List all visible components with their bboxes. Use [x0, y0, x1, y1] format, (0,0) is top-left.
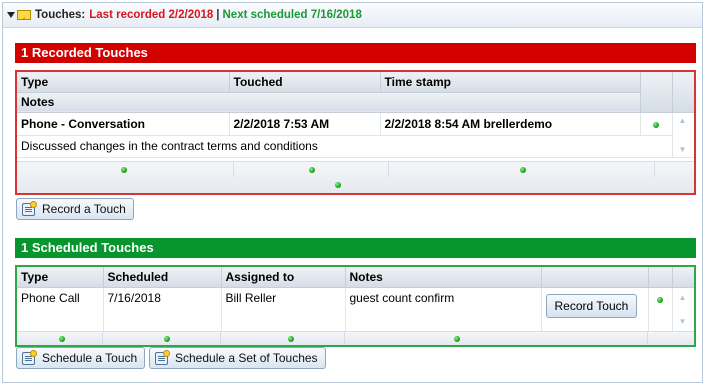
- schedule-a-touch-button[interactable]: Schedule a Touch: [16, 347, 146, 369]
- footer-cell: [345, 332, 648, 345]
- action-cell: Record Touch: [541, 287, 649, 332]
- table-row-notes[interactable]: Discussed changes in the contract terms …: [17, 135, 694, 158]
- envelope-icon: [17, 10, 31, 20]
- recorded-notes-header-row: Notes: [17, 92, 694, 113]
- footer-cell: [221, 332, 345, 345]
- next-scheduled-text: Next scheduled 7/16/2018: [222, 9, 362, 21]
- status-cell: [640, 112, 673, 136]
- scroll-down-icon[interactable]: ▼: [679, 317, 687, 326]
- status-dot-icon: [309, 167, 315, 173]
- col-notes-header[interactable]: Notes: [345, 267, 542, 288]
- scheduled-touches-title: 1 Scheduled Touches: [15, 238, 696, 258]
- collapse-triangle-icon[interactable]: [7, 12, 15, 18]
- last-recorded-text: Last recorded 2/2/2018: [89, 9, 214, 21]
- col-touched-header[interactable]: Touched: [229, 72, 381, 93]
- col-notes-header: Notes: [17, 92, 641, 113]
- scroll-up-icon[interactable]: ▲: [679, 293, 687, 302]
- recorded-touches-table: Type Touched Time stamp Notes Phone - Co…: [17, 72, 694, 158]
- header-spacer: [541, 267, 649, 288]
- status-dot-icon: [288, 336, 294, 342]
- header-spacer: [640, 72, 673, 113]
- status-dot-icon: [164, 336, 170, 342]
- status-cell: [648, 287, 673, 332]
- recorded-touches-grid: Type Touched Time stamp Notes Phone - Co…: [15, 70, 696, 195]
- cell-notes: guest count confirm: [345, 287, 542, 332]
- cell-type: Phone Call: [17, 287, 104, 332]
- col-assigned-header[interactable]: Assigned to: [221, 267, 346, 288]
- notepad-icon: [22, 200, 37, 216]
- header-spacer: [672, 72, 694, 113]
- header-spacer: [648, 267, 673, 288]
- scroll-up-icon[interactable]: ▲: [679, 116, 687, 125]
- cell-type: Phone - Conversation: [17, 112, 230, 136]
- touches-label: Touches:: [35, 9, 86, 21]
- footer-cell: [103, 332, 221, 345]
- recorded-grid-footer: [17, 161, 694, 193]
- table-row[interactable]: Phone Call 7/16/2018 Bill Reller guest c…: [17, 287, 694, 332]
- notepad-icon: [155, 349, 170, 365]
- col-scheduled-header[interactable]: Scheduled: [103, 267, 222, 288]
- row-scrollbar[interactable]: ▲ ▼: [672, 112, 694, 158]
- cell-scheduled: 7/16/2018: [103, 287, 222, 332]
- row-scrollbar[interactable]: ▲ ▼: [672, 287, 694, 332]
- scheduled-touches-table: Type Scheduled Assigned to Notes Phone C…: [17, 267, 694, 332]
- cell-assigned-to: Bill Reller: [221, 287, 346, 332]
- record-a-touch-label: Record a Touch: [42, 202, 126, 216]
- status-dot-icon: [59, 336, 65, 342]
- scheduled-header-row: Type Scheduled Assigned to Notes: [17, 267, 694, 288]
- status-dot-icon: [335, 182, 341, 188]
- scheduled-touches-grid: Type Scheduled Assigned to Notes Phone C…: [15, 265, 696, 347]
- schedule-set-of-touches-label: Schedule a Set of Touches: [175, 351, 318, 365]
- notepad-icon: [22, 349, 37, 365]
- header-spacer: [672, 267, 694, 288]
- col-type-header[interactable]: Type: [17, 72, 230, 93]
- recorded-header-row: Type Touched Time stamp: [17, 72, 694, 113]
- scroll-down-icon[interactable]: ▼: [679, 145, 687, 154]
- cell-notes: Discussed changes in the contract terms …: [17, 135, 673, 158]
- touches-header[interactable]: Touches: Last recorded 2/2/2018 | Next s…: [3, 3, 702, 28]
- cell-timestamp: 2/2/2018 8:54 AM brellerdemo: [380, 112, 641, 136]
- status-dot-icon: [121, 167, 127, 173]
- touches-panel: Touches: Last recorded 2/2/2018 | Next s…: [2, 2, 703, 383]
- header-separator: |: [216, 9, 220, 21]
- cell-touched: 2/2/2018 7:53 AM: [229, 112, 381, 136]
- record-touch-button[interactable]: Record Touch: [545, 293, 638, 318]
- col-type-header[interactable]: Type: [17, 267, 104, 288]
- table-row[interactable]: Phone - Conversation 2/2/2018 7:53 AM 2/…: [17, 112, 694, 158]
- record-a-touch-button[interactable]: Record a Touch: [16, 198, 134, 220]
- schedule-set-of-touches-button[interactable]: Schedule a Set of Touches: [149, 347, 326, 369]
- status-dot-icon: [657, 296, 663, 303]
- schedule-a-touch-label: Schedule a Touch: [42, 351, 138, 365]
- col-timestamp-header[interactable]: Time stamp: [380, 72, 641, 93]
- status-dot-icon: [653, 121, 659, 128]
- status-dot-icon: [520, 167, 526, 173]
- status-dot-icon: [454, 336, 460, 342]
- recorded-touches-title: 1 Recorded Touches: [15, 43, 696, 63]
- scheduled-grid-footer: [17, 331, 694, 345]
